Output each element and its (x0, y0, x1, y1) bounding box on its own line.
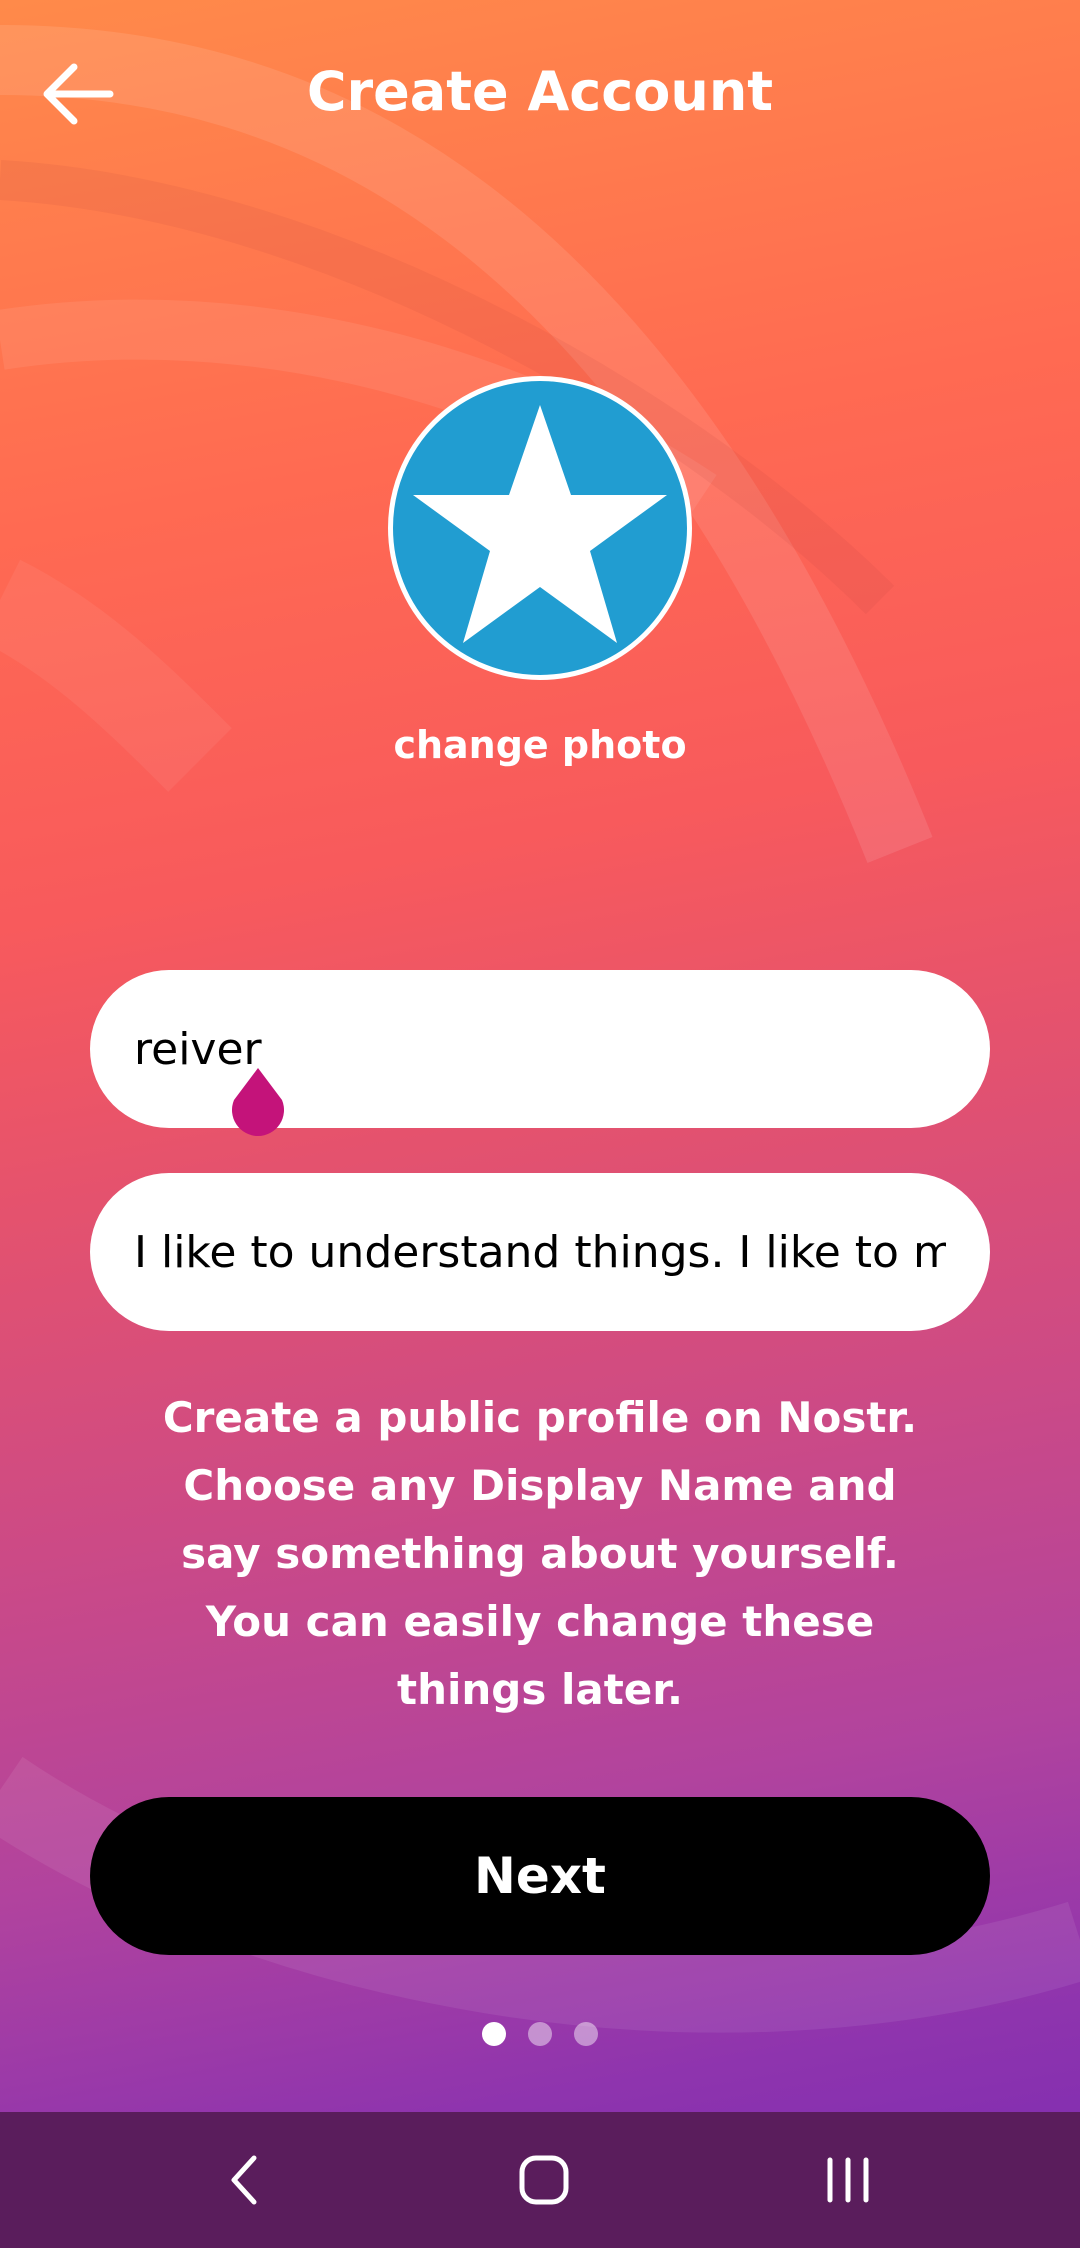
back-button[interactable] (28, 54, 128, 134)
about-input[interactable] (134, 1226, 946, 1278)
top-bar: Create Account (0, 40, 1080, 144)
pagination-dot-2 (528, 2022, 552, 2046)
pagination-dots (0, 2022, 1080, 2048)
chevron-left-icon (231, 2155, 257, 2205)
nav-back-button[interactable] (164, 2112, 324, 2248)
next-button[interactable]: Next (90, 1797, 990, 1955)
star-icon (413, 405, 667, 643)
system-nav-bar (0, 2112, 1080, 2248)
home-icon (519, 2155, 569, 2205)
about-field[interactable] (90, 1173, 990, 1331)
pagination-dot-3 (574, 2022, 598, 2046)
nav-recents-button[interactable] (768, 2112, 928, 2248)
page-title: Create Account (306, 60, 774, 123)
recents-icon (827, 2157, 869, 2203)
text-cursor-handle[interactable] (228, 1066, 288, 1142)
nav-home-button[interactable] (464, 2112, 624, 2248)
avatar[interactable] (388, 376, 692, 680)
change-photo-link[interactable]: change photo (340, 710, 740, 780)
display-name-field[interactable] (90, 970, 990, 1128)
description-text: Create a public profile on Nostr. Choose… (162, 1393, 918, 1714)
pagination-dot-1 (482, 2022, 506, 2046)
arrow-left-icon (43, 63, 114, 125)
